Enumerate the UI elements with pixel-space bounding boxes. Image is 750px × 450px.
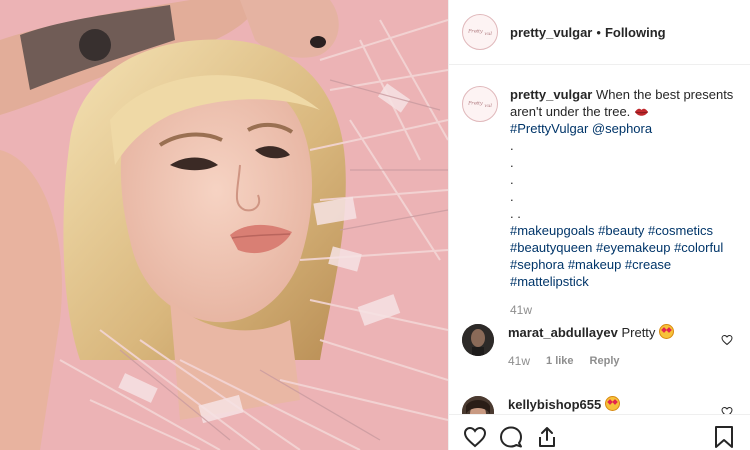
comment-timestamp[interactable]: 41w <box>508 353 530 370</box>
comment-like-heart-icon[interactable] <box>721 406 733 414</box>
caption-text: pretty_vulgar When the best presents are… <box>510 86 742 319</box>
following-button[interactable]: Following <box>605 25 666 40</box>
caption-dot: . . <box>510 206 521 221</box>
avatar-logo-text: ᴾʳᵉᵗᵗʸ ᵥᵤₗ <box>468 99 492 109</box>
caption-dot: . <box>510 138 514 153</box>
instagram-post: ᴾʳᵉᵗᵗʸ ᵥᵤₗ pretty_vulgar • Following ᴾʳᵉ… <box>0 0 750 450</box>
comments-section[interactable]: ᴾʳᵉᵗᵗʸ ᵥᵤₗ pretty_vulgar When the best p… <box>449 66 750 414</box>
comment-text: Pretty <box>621 325 656 340</box>
caption-timestamp[interactable]: 41w <box>510 302 742 319</box>
caption-dot: . <box>510 172 514 187</box>
commenter-avatar[interactable] <box>462 324 494 356</box>
caption: ᴾʳᵉᵗᵗʸ ᵥᵤₗ pretty_vulgar When the best p… <box>462 86 742 319</box>
share-icon[interactable] <box>535 425 559 449</box>
comment-likes[interactable]: 1 like <box>546 353 574 370</box>
post-side-panel: ᴾʳᵉᵗᵗʸ ᵥᵤₗ pretty_vulgar • Following ᴾʳᵉ… <box>448 0 750 450</box>
commenter-photo <box>462 396 494 414</box>
caption-dot: . <box>510 189 514 204</box>
hashtags-line-2[interactable]: #beautyqueen #eyemakeup #colorful <box>510 240 723 255</box>
avatar-logo-text: ᴾʳᵉᵗᵗʸ ᵥᵤₗ <box>468 27 492 37</box>
comment-item: kellybishop655 <box>462 396 747 414</box>
portrait-illustration <box>0 0 448 450</box>
commenter-photo <box>462 324 494 356</box>
author-avatar[interactable]: ᴾʳᵉᵗᵗʸ ᵥᵤₗ <box>462 14 498 50</box>
bookmark-icon[interactable] <box>713 425 735 449</box>
comment-username[interactable]: marat_abdullayev <box>508 325 618 340</box>
comment-meta: 41w 1 like Reply <box>508 353 708 370</box>
hashtags-line-4[interactable]: #mattelipstick <box>510 274 589 289</box>
hashtags-line-1[interactable]: #makeupgoals #beauty #cosmetics <box>510 223 713 238</box>
commenter-avatar[interactable] <box>462 396 494 414</box>
caption-dot: . <box>510 155 514 170</box>
heart-icon[interactable] <box>463 425 487 449</box>
comment-body: kellybishop655 <box>508 396 708 414</box>
hashtag-prettyvulgar[interactable]: #PrettyVulgar <box>510 121 588 136</box>
caption-author-avatar[interactable]: ᴾʳᵉᵗᵗʸ ᵥᵤₗ <box>462 86 498 122</box>
comment-icon[interactable] <box>499 425 523 449</box>
reply-button[interactable]: Reply <box>590 353 620 370</box>
post-photo[interactable] <box>0 0 448 450</box>
comment-like-heart-icon[interactable] <box>721 334 733 346</box>
hashtags-line-3[interactable]: #sephora #makeup #crease <box>510 257 671 272</box>
post-actions-bar <box>449 414 750 450</box>
comment-item: marat_abdullayev Pretty 41w 1 like Reply <box>462 324 747 370</box>
caption-username[interactable]: pretty_vulgar <box>510 87 592 102</box>
star-struck-icon <box>659 324 675 339</box>
author-username[interactable]: pretty_vulgar <box>510 25 592 40</box>
comment-username[interactable]: kellybishop655 <box>508 397 601 412</box>
comment-body: marat_abdullayev Pretty 41w 1 like Reply <box>508 324 708 370</box>
lips-icon <box>634 108 649 116</box>
header-separator: • <box>596 24 601 40</box>
post-header: ᴾʳᵉᵗᵗʸ ᵥᵤₗ pretty_vulgar • Following <box>449 0 750 65</box>
mention-sephora[interactable]: @sephora <box>592 121 652 136</box>
star-struck-icon <box>604 396 620 411</box>
